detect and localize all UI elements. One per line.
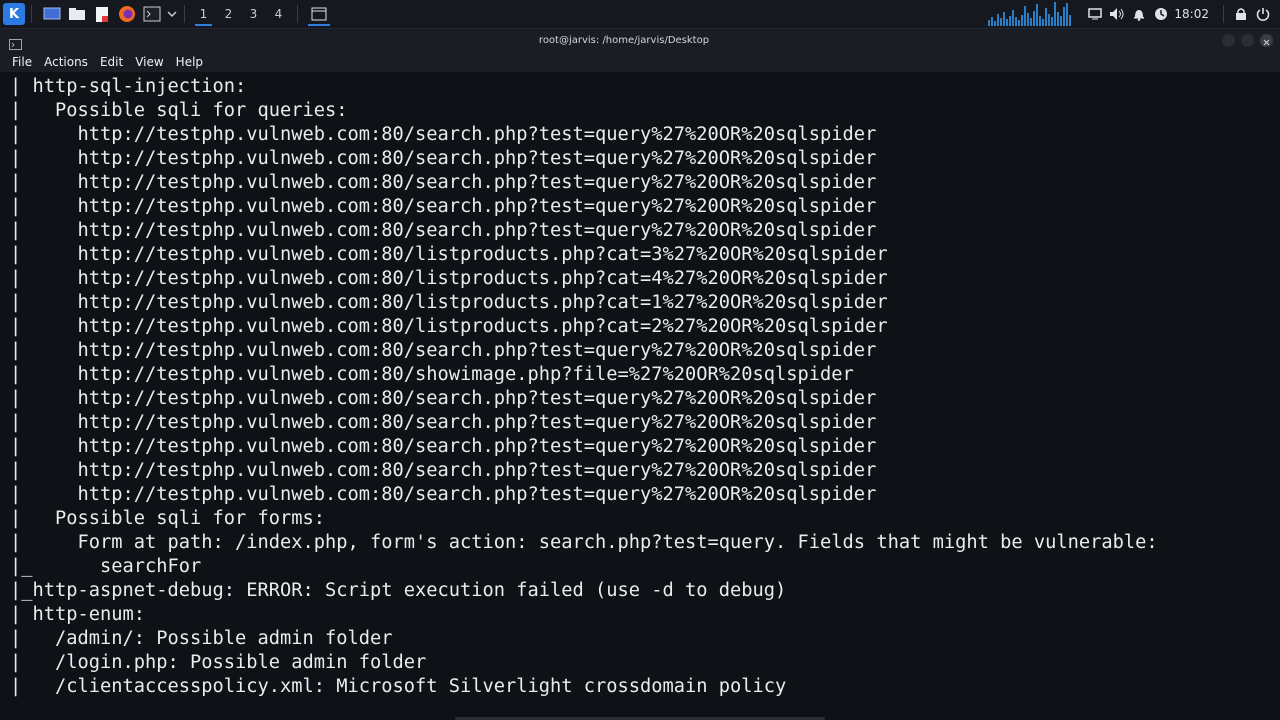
cpu-graph-bar — [1003, 12, 1006, 26]
cpu-graph-bar — [1000, 18, 1003, 26]
chevron-down-icon[interactable] — [166, 3, 178, 25]
cpu-graph-bar — [1024, 6, 1027, 26]
terminal-line: | http://testphp.vulnweb.com:80/search.p… — [10, 196, 877, 217]
cpu-graph-bar — [1045, 8, 1048, 26]
cpu-graph-bar — [1030, 18, 1033, 26]
terminal-line: | Possible sqli for forms: — [10, 508, 326, 529]
terminal-line: | http://testphp.vulnweb.com:80/search.p… — [10, 388, 877, 409]
file-manager-icon[interactable] — [66, 3, 88, 25]
workspace-3[interactable]: 3 — [241, 0, 266, 28]
terminal-line: | http://testphp.vulnweb.com:80/search.p… — [10, 148, 877, 169]
workspace-2[interactable]: 2 — [216, 0, 241, 28]
cpu-graph-bar — [1039, 16, 1042, 26]
minimize-button[interactable] — [1222, 34, 1235, 47]
menu-help[interactable]: Help — [170, 53, 209, 72]
close-button[interactable] — [1260, 34, 1273, 47]
top-panel: K 1 2 3 4 18:02 — [0, 0, 1280, 29]
cpu-graph-bar — [991, 17, 994, 26]
clock[interactable]: 18:02 — [1174, 7, 1209, 21]
cpu-graph-bar — [1054, 2, 1057, 26]
cpu-graph-bar — [1012, 10, 1015, 26]
bell-icon[interactable] — [1128, 0, 1150, 28]
cpu-graph-bar — [1069, 15, 1072, 26]
kali-menu-icon[interactable]: K — [3, 3, 25, 25]
menu-view[interactable]: View — [129, 53, 169, 72]
terminal-line: | http://testphp.vulnweb.com:80/search.p… — [10, 436, 877, 457]
cpu-graph-bar — [1033, 11, 1036, 26]
cpu-graph-bar — [1018, 20, 1021, 26]
terminal-line: | /clientaccesspolicy.xml: Microsoft Sil… — [10, 676, 787, 697]
terminal-line: | http://testphp.vulnweb.com:80/listprod… — [10, 316, 888, 337]
terminal-line: | http://testphp.vulnweb.com:80/search.p… — [10, 124, 877, 145]
terminal-line: | http-enum: — [10, 604, 146, 625]
divider — [31, 5, 32, 23]
terminal-line: | http://testphp.vulnweb.com:80/listprod… — [10, 244, 888, 265]
cpu-graph-bar — [1027, 13, 1030, 26]
divider — [184, 5, 185, 23]
lock-icon[interactable] — [1230, 0, 1252, 28]
cpu-graph-bar — [988, 20, 991, 26]
terminal-line: | Possible sqli for queries: — [10, 100, 348, 121]
cpu-graph-bar — [1066, 3, 1069, 26]
terminal-line: | http://testphp.vulnweb.com:80/search.p… — [10, 220, 877, 241]
terminal-line: | http://testphp.vulnweb.com:80/listprod… — [10, 268, 888, 289]
cpu-graph-bar — [1021, 15, 1024, 26]
workspace-1[interactable]: 1 — [191, 0, 216, 28]
cpu-graph-bar — [997, 14, 1000, 26]
terminal-line: | http://testphp.vulnweb.com:80/search.p… — [10, 412, 877, 433]
divider — [297, 5, 298, 23]
cpu-graph-bar — [1057, 12, 1060, 26]
terminal-line: | http://testphp.vulnweb.com:80/showimag… — [10, 364, 854, 385]
cpu-graph-bar — [1063, 7, 1066, 26]
menu-file[interactable]: File — [0, 53, 38, 72]
cpu-graph-bar — [1051, 17, 1054, 26]
menu-actions[interactable]: Actions — [38, 53, 94, 72]
terminal-line: | http://testphp.vulnweb.com:80/search.p… — [10, 484, 877, 505]
terminal-line: | /admin/: Possible admin folder — [10, 628, 393, 649]
cpu-graph-bar — [994, 21, 997, 26]
text-editor-icon[interactable] — [91, 3, 113, 25]
cpu-graph-bar — [1006, 19, 1009, 26]
display-icon[interactable] — [1084, 0, 1106, 28]
menubar: File Actions Edit View Help — [0, 53, 1280, 72]
terminal-line: | /login.php: Possible admin folder — [10, 652, 427, 673]
terminal-line: | http-sql-injection: — [10, 76, 247, 97]
desktop-icon[interactable] — [41, 3, 63, 25]
firefox-icon[interactable] — [116, 3, 138, 25]
cpu-graph-bar — [1042, 19, 1045, 26]
terminal-line: |_ searchFor — [10, 556, 202, 577]
cpu-graph-bar — [1060, 16, 1063, 26]
terminal-line: | http://testphp.vulnweb.com:80/listprod… — [10, 292, 888, 313]
workspace-4[interactable]: 4 — [266, 0, 291, 28]
cpu-graph — [988, 2, 1072, 26]
cpu-graph-bar — [1015, 17, 1018, 26]
terminal-line: | Form at path: /index.php, form's actio… — [10, 532, 1158, 553]
terminal-line: | http://testphp.vulnweb.com:80/search.p… — [10, 460, 877, 481]
maximize-button[interactable] — [1241, 34, 1254, 47]
terminal-line: |_http-aspnet-debug: ERROR: Script execu… — [10, 580, 787, 601]
cpu-graph-bar — [1048, 14, 1051, 26]
terminal-line: | http://testphp.vulnweb.com:80/search.p… — [10, 340, 877, 361]
cpu-graph-bar — [1009, 16, 1012, 26]
divider — [1223, 5, 1224, 23]
terminal-line: | http://testphp.vulnweb.com:80/search.p… — [10, 172, 877, 193]
terminal-icon[interactable] — [141, 3, 163, 25]
terminal-output[interactable]: | http-sql-injection: | Possible sqli fo… — [0, 75, 1280, 720]
power-icon[interactable] — [1252, 0, 1274, 28]
system-tray: 18:02 — [988, 0, 1280, 28]
window-titlebar[interactable]: root@jarvis: /home/jarvis/Desktop — [0, 29, 1280, 53]
cpu-graph-bar — [1036, 4, 1039, 26]
menu-edit[interactable]: Edit — [94, 53, 129, 72]
window-title: root@jarvis: /home/jarvis/Desktop — [538, 35, 710, 46]
volume-icon[interactable] — [1106, 0, 1128, 28]
update-icon[interactable] — [1150, 0, 1172, 28]
taskbar-terminal-window-icon[interactable] — [304, 0, 334, 28]
